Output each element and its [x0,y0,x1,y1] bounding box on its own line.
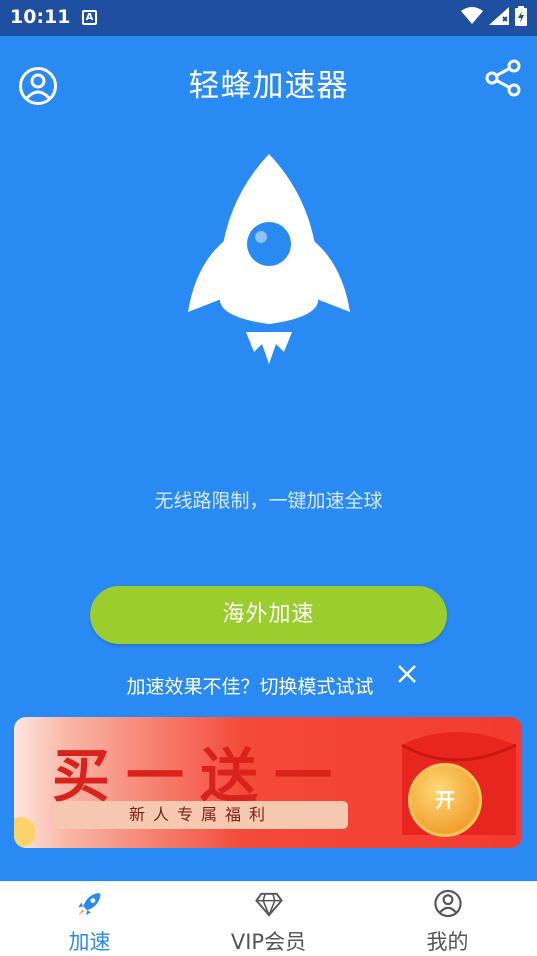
rocket-icon [77,892,101,916]
close-icon[interactable] [396,663,418,685]
status-time: 10:11 [10,6,71,28]
main-panel: 轻蜂加速器 无线路限制，一键加速全球 海外加速 加速效果不佳？切换模式试试 买一… [0,36,537,881]
nav-item-boost[interactable]: 加速 [0,882,179,956]
share-icon [485,59,521,97]
nav-item-mine[interactable]: 我的 [358,882,537,956]
share-button[interactable] [483,58,523,98]
rocket-illustration [188,154,350,364]
status-icons [461,6,527,26]
bottom-nav: 加速 VIP会员 我的 [0,881,537,956]
banner-subtitle: 新人专属福利 [54,801,348,829]
overseas-boost-button[interactable]: 海外加速 [90,586,447,644]
diamond-icon [254,892,283,918]
nav-item-vip[interactable]: VIP会员 [179,882,358,956]
nav-label-vip: VIP会员 [230,930,307,954]
battery-icon [515,6,527,26]
nav-label-boost: 加速 [68,930,111,954]
switch-mode-tip[interactable]: 加速效果不佳？切换模式试试 [0,672,500,699]
coin-decoration [14,817,36,847]
nav-label-mine: 我的 [426,930,469,954]
notification-icon: A [82,10,97,25]
status-bar: 10:11 A [0,0,537,36]
page-title: 轻蜂加速器 [188,68,349,104]
user-icon [433,889,462,918]
wifi-icon [461,7,483,24]
promo-banner[interactable]: 买一送一 新人专属福利 开 [14,717,522,848]
tagline: 无线路限制，一键加速全球 [154,490,383,512]
open-coin: 开 [408,763,482,837]
signal-icon [489,7,509,25]
